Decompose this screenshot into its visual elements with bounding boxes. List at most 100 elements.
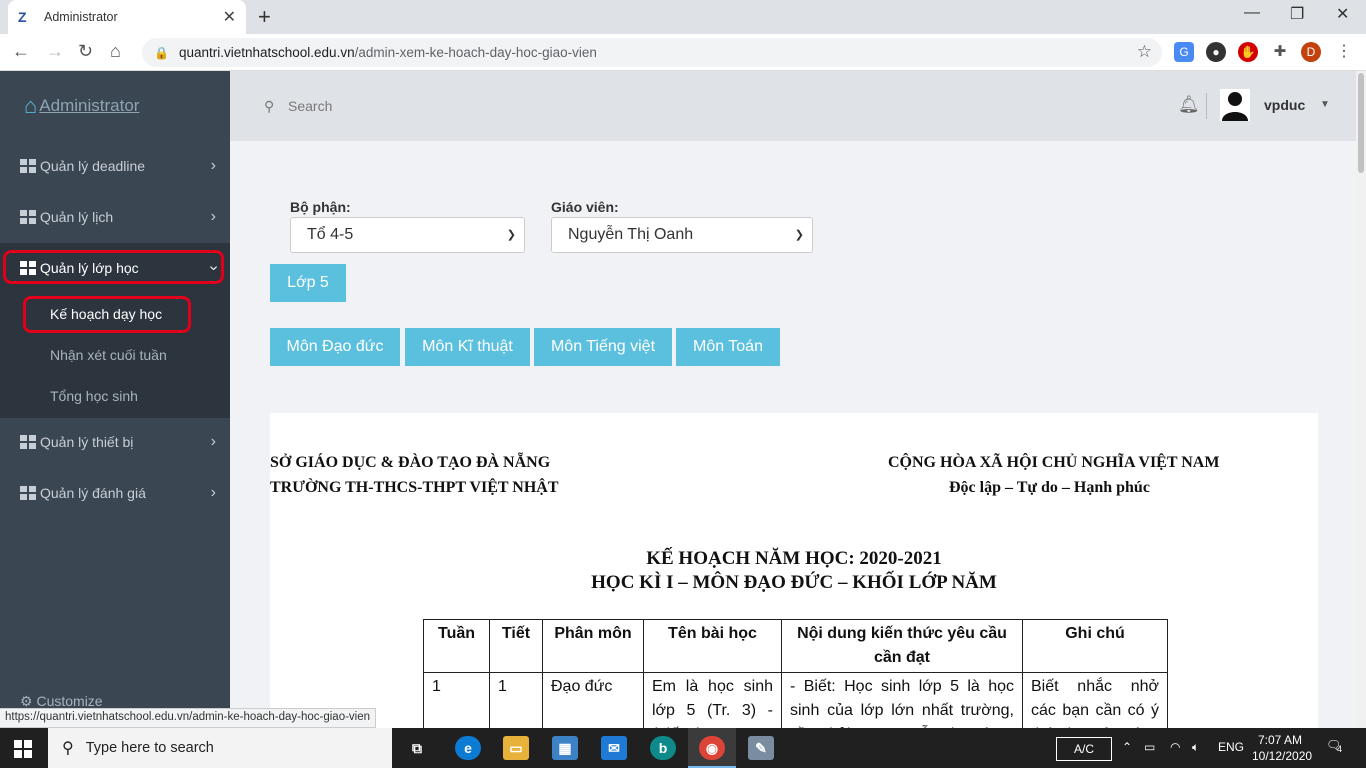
username[interactable]: vpduc: [1264, 97, 1305, 113]
restore-window-icon[interactable]: ❐: [1290, 4, 1304, 24]
store-icon[interactable]: ▦: [552, 736, 578, 760]
column-header-notes: Ghi chú: [1022, 619, 1168, 673]
extension-icon[interactable]: ●: [1206, 42, 1226, 62]
bookmark-star-icon[interactable]: ☆: [1137, 42, 1152, 62]
subject-ethics-button[interactable]: Môn Đạo đức: [270, 328, 400, 366]
subject-technique-button[interactable]: Môn Kĩ thuật: [405, 328, 530, 366]
customize-label: Customize: [36, 693, 103, 709]
battery-icon[interactable]: ▭: [1144, 740, 1155, 754]
sidebar-item-label: Quản lý thiết bị: [40, 434, 134, 450]
close-tab-icon[interactable]: ✕: [223, 7, 236, 27]
sidebar-item-label: Quản lý đánh giá: [40, 485, 146, 501]
clock[interactable]: 7:07 AM 10/12/2020: [1252, 732, 1313, 764]
home-icon[interactable]: ⌂: [110, 41, 121, 62]
avatar[interactable]: [1220, 89, 1250, 121]
brand[interactable]: ⌂ Administrator: [24, 93, 139, 119]
header-divider: [1206, 93, 1207, 119]
highlight-box-classes: [3, 250, 224, 284]
teacher-label: Giáo viên:: [551, 199, 619, 215]
column-header-week: Tuần: [423, 619, 490, 673]
task-view-icon[interactable]: ⧉: [404, 736, 430, 760]
cell-week: 1: [423, 672, 490, 728]
page: ⌂ Administrator Quản lý deadline › Quản …: [0, 71, 1356, 728]
language-indicator[interactable]: ENG: [1218, 740, 1244, 754]
doc-department-header: SỞ GIÁO DỤC & ĐÀO TẠO ĐÀ NẴNG: [270, 454, 551, 471]
translate-extension-icon[interactable]: G: [1174, 42, 1194, 62]
paint-icon[interactable]: ✎: [748, 736, 774, 760]
grid-icon: [20, 486, 36, 500]
column-header-period: Tiết: [489, 619, 543, 673]
close-window-icon[interactable]: ✕: [1336, 4, 1349, 24]
teacher-select[interactable]: Nguyễn Thị Oanh ❯: [551, 217, 813, 253]
submenu-item-total-students[interactable]: Tổng học sinh: [50, 388, 138, 404]
extensions-puzzle-icon[interactable]: ✚: [1270, 42, 1290, 62]
tray-chevron-up-icon[interactable]: ⌃: [1122, 740, 1132, 754]
status-url-bar: https://quantri.vietnhatschool.edu.vn/ad…: [0, 708, 377, 728]
taskbar-search[interactable]: ⚲ Type here to search: [48, 728, 392, 768]
volume-icon[interactable]: 🔈︎: [1192, 740, 1199, 755]
sidebar-item-schedule[interactable]: Quản lý lịch ›: [0, 192, 230, 242]
address-bar[interactable]: 🔒 quantri.vietnhatschool.edu.vn/admin-xe…: [142, 38, 1162, 67]
chevron-down-icon: ❯: [506, 229, 516, 241]
search-input[interactable]: [288, 95, 588, 117]
doc-motto: Độc lập – Tự do – Hạnh phúc: [949, 479, 1150, 496]
adblock-extension-icon[interactable]: ✋: [1238, 42, 1258, 62]
brand-link[interactable]: Administrator: [39, 96, 139, 116]
sidebar-item-deadline[interactable]: Quản lý deadline ›: [0, 141, 230, 191]
file-explorer-icon[interactable]: ▭: [503, 736, 529, 760]
minimize-window-icon[interactable]: —: [1244, 4, 1260, 22]
new-tab-button[interactable]: +: [258, 4, 271, 30]
cell-notes: Biết nhắc nhở các bạn cần có ý thức học …: [1022, 672, 1168, 728]
browser-menu-icon[interactable]: ⋮: [1334, 42, 1354, 62]
submenu-item-weekly-comments[interactable]: Nhận xét cuối tuần: [50, 347, 167, 363]
url-host: quantri.vietnhatschool.edu.vn: [178, 45, 355, 60]
sidebar-item-evaluation[interactable]: Quản lý đánh giá ›: [0, 468, 230, 518]
sidebar-item-label: Quản lý deadline: [40, 158, 146, 174]
scrollbar-thumb[interactable]: [1358, 73, 1364, 173]
cell-content: - Biết: Học sinh lớp 5 là học sinh của l…: [781, 672, 1023, 728]
windows-start-icon[interactable]: [14, 740, 32, 758]
profile-avatar[interactable]: D: [1301, 42, 1321, 62]
bell-icon[interactable]: 🔔︎: [1178, 95, 1200, 115]
home-icon: ⌂: [24, 93, 38, 118]
clock-date: 10/12/2020: [1252, 749, 1313, 763]
chevron-down-icon: ❯: [794, 229, 804, 241]
windows-taskbar: ⚲ Type here to search ⧉ e ▭ ▦ ✉ b ◉ ✎ A/…: [0, 728, 1366, 768]
table-row: 1 1 Đạo đức Em là học sinh lớp 5 (Tr. 3)…: [423, 672, 1168, 728]
wifi-icon[interactable]: ◠: [1170, 740, 1180, 754]
subject-math-button[interactable]: Môn Toán: [676, 328, 780, 366]
column-header-subject: Phân môn: [542, 619, 644, 673]
ac-indicator[interactable]: A/C: [1056, 737, 1112, 761]
bing-icon[interactable]: b: [650, 736, 676, 760]
notification-count-badge: 4: [1337, 744, 1343, 754]
lock-icon: 🔒: [154, 45, 169, 60]
page-scrollbar[interactable]: [1356, 71, 1366, 728]
tab-title: Administrator: [44, 10, 118, 24]
back-icon[interactable]: ←: [12, 41, 30, 62]
caret-down-icon[interactable]: ▼: [1320, 99, 1330, 110]
plan-document: SỞ GIÁO DỤC & ĐÀO TẠO ĐÀ NẴNG TRƯỜNG TH-…: [270, 413, 1318, 728]
search-icon: ⚲: [62, 740, 74, 757]
forward-icon[interactable]: →: [46, 41, 64, 62]
class-5-button[interactable]: Lớp 5: [270, 264, 346, 302]
user-silhouette-icon: [1222, 92, 1248, 121]
plan-table: Tuần Tiết Phân môn Tên bài học Nội dung …: [423, 619, 1168, 728]
cell-subject: Đạo đức: [542, 672, 644, 728]
site-favicon-icon: Z: [18, 9, 27, 25]
search-icon: ⚲: [264, 98, 275, 114]
doc-title: KẾ HOẠCH NĂM HỌC: 2020-2021: [646, 548, 942, 569]
browser-tab[interactable]: Z Administrator ✕: [8, 0, 246, 34]
doc-republic-header: CỘNG HÒA XÃ HỘI CHỦ NGHĨA VIỆT NAM: [888, 454, 1220, 471]
url-path: /admin-xem-ke-hoach-day-hoc-giao-vien: [354, 45, 597, 60]
edge-icon[interactable]: e: [455, 736, 481, 760]
sidebar-item-equipment[interactable]: Quản lý thiết bị ›: [0, 417, 230, 467]
browser-toolbar: ← → ↻ ⌂ 🔒 quantri.vietnhatschool.edu.vn/…: [0, 34, 1366, 71]
mail-icon[interactable]: ✉: [601, 736, 627, 760]
reload-icon[interactable]: ↻: [78, 41, 93, 62]
subject-vietnamese-button[interactable]: Môn Tiếng việt: [534, 328, 672, 366]
department-select[interactable]: Tổ 4-5 ❯: [290, 217, 525, 253]
chevron-right-icon: ›: [210, 208, 216, 225]
chrome-icon[interactable]: ◉: [699, 736, 725, 760]
gear-icon: ⚙: [20, 693, 33, 709]
clock-time: 7:07 AM: [1257, 733, 1303, 747]
